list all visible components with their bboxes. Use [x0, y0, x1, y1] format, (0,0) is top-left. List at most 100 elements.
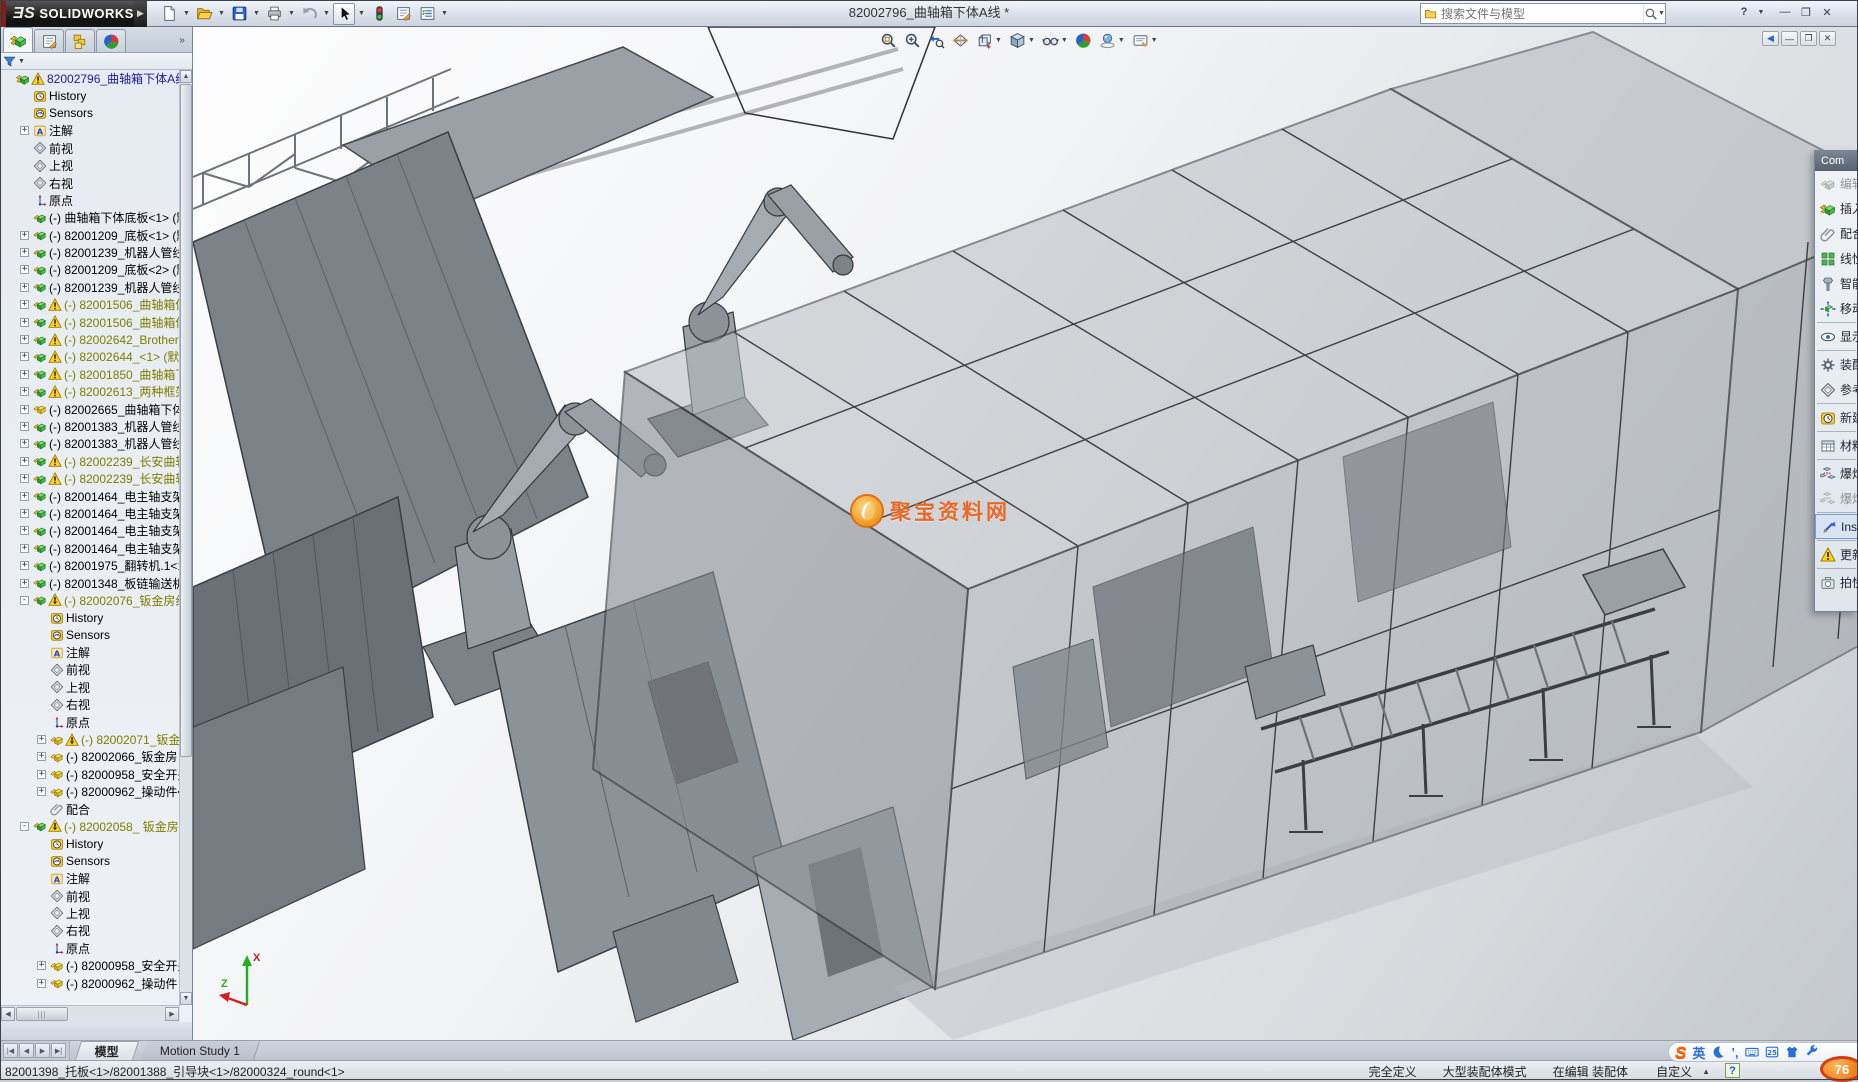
tree-item[interactable]: +(-) 82001239_机器人管线: [1, 244, 179, 261]
expand-icon[interactable]: +: [37, 752, 46, 761]
horizontal-scroll-thumb[interactable]: |||: [16, 1007, 68, 1021]
expand-icon[interactable]: +: [20, 300, 29, 309]
tree-item[interactable]: Sensors: [1, 105, 179, 122]
expand-icon[interactable]: +: [20, 492, 29, 501]
expand-icon[interactable]: +: [20, 474, 29, 483]
tab-configurationmanager[interactable]: [65, 29, 95, 52]
doc-minimize-button[interactable]: —: [1781, 31, 1798, 46]
tab-motion-study[interactable]: Motion Study 1: [141, 1041, 260, 1060]
tree-item[interactable]: +(-) 82001383_机器人管线: [1, 418, 179, 435]
flyout-item-pattern[interactable]: 线性零部件阵列: [1815, 246, 1858, 271]
expand-icon[interactable]: +: [20, 457, 29, 466]
expand-icon[interactable]: +: [37, 979, 46, 988]
expand-icon[interactable]: +: [37, 735, 46, 744]
tree-item[interactable]: +(-) 82002644_<1> (默: [1, 348, 179, 365]
ime-language-toggle[interactable]: 英: [1692, 1043, 1705, 1062]
tree-filter-bar[interactable]: ▼: [0, 53, 192, 70]
expand-icon[interactable]: +: [20, 544, 29, 553]
view-orientation-button[interactable]: ▼: [973, 29, 1005, 51]
tree-item[interactable]: 右视: [1, 174, 179, 191]
tree-item[interactable]: 原点: [1, 713, 179, 730]
doc-restore-button[interactable]: ❐: [1800, 31, 1817, 46]
new-button[interactable]: [158, 3, 180, 25]
expand-icon[interactable]: +: [20, 265, 29, 274]
tree-item[interactable]: +(-) 82002642_Brother: [1, 331, 179, 348]
expand-icon[interactable]: +: [20, 231, 29, 240]
view-orientation-caret-icon[interactable]: ▼: [995, 37, 1002, 44]
expand-icon[interactable]: +: [20, 526, 29, 535]
expand-icon[interactable]: +: [20, 318, 29, 327]
tree-item[interactable]: +(-) 82001464_电主轴支架: [1, 487, 179, 504]
tree-item[interactable]: +(-) 82002239_长安曲轴: [1, 470, 179, 487]
tree-item[interactable]: +(-) 82001850_曲轴箱下: [1, 366, 179, 383]
performance-badge[interactable]: 76: [1820, 1056, 1858, 1082]
taskpane-arrow-icon[interactable]: ◀: [1762, 31, 1779, 46]
search-box[interactable]: ▼: [1420, 3, 1666, 24]
tree-item[interactable]: History: [1, 835, 179, 852]
expand-icon[interactable]: +: [20, 248, 29, 257]
flyout-item-motion[interactable]: 新建运动算例: [1815, 405, 1858, 430]
scroll-left-icon[interactable]: ◀: [1, 1007, 15, 1021]
hide-show-items-caret-icon[interactable]: ▼: [1061, 37, 1068, 44]
hide-show-items-button[interactable]: ▼: [1039, 29, 1071, 51]
prev-tab-icon[interactable]: ◀: [19, 1043, 34, 1058]
tree-item[interactable]: +(-) 82001348_板链输送机: [1, 574, 179, 591]
expand-icon[interactable]: +: [37, 770, 46, 779]
ime-count-icon[interactable]: [1765, 1045, 1779, 1059]
tree-item[interactable]: 上视: [1, 905, 179, 922]
save-button[interactable]: [228, 3, 250, 25]
restore-button[interactable]: ❐: [1797, 3, 1815, 21]
tree-item[interactable]: Sensors: [1, 853, 179, 870]
open-button[interactable]: [193, 3, 215, 25]
tree-item[interactable]: 82002796_曲轴箱下体A线: [1, 70, 179, 87]
expand-icon[interactable]: +: [20, 422, 29, 431]
open-caret-icon[interactable]: ▼: [217, 3, 226, 25]
status-help-icon[interactable]: ?: [1725, 1063, 1740, 1078]
view-settings-button[interactable]: ▼: [1129, 29, 1161, 51]
tree-item[interactable]: +(-) 82000962_操动件: [1, 974, 179, 991]
tree-item[interactable]: +注解: [1, 122, 179, 139]
tree-item[interactable]: 原点: [1, 192, 179, 209]
tree-item[interactable]: +(-) 82000958_安全开关: [1, 957, 179, 974]
tree-item[interactable]: 注解: [1, 870, 179, 887]
zoom-area-button[interactable]: [901, 29, 924, 51]
filter-caret-icon[interactable]: ▼: [18, 58, 25, 65]
tree-item[interactable]: (-) 曲轴箱下体底板<1> (默: [1, 209, 179, 226]
close-button[interactable]: ✕: [1818, 3, 1836, 21]
tab-appearancemanager[interactable]: [96, 29, 126, 52]
tree-item[interactable]: +(-) 82001506_曲轴箱体: [1, 313, 179, 330]
flyout-item-show[interactable]: 显示隐藏的零部件: [1815, 324, 1858, 349]
selection-filter-button[interactable]: [368, 3, 390, 25]
tree-item[interactable]: -(-) 82002076_钣金房组: [1, 592, 179, 609]
next-tab-icon[interactable]: ▶: [35, 1043, 50, 1058]
tree-item[interactable]: +(-) 82002613_两种框架: [1, 383, 179, 400]
search-magnifier[interactable]: ▼: [1643, 4, 1663, 23]
undo-caret-icon[interactable]: ▼: [322, 3, 331, 25]
scroll-up-icon[interactable]: ▲: [180, 70, 192, 83]
expand-icon[interactable]: +: [20, 439, 29, 448]
vertical-scroll-thumb[interactable]: [180, 84, 192, 757]
flyout-item-update[interactable]: 更新: [1815, 542, 1858, 567]
tree-item[interactable]: +(-) 82001975_翻转机.1<1: [1, 557, 179, 574]
tree-item[interactable]: +(-) 82001239_机器人管线: [1, 279, 179, 296]
tree-item[interactable]: 上视: [1, 679, 179, 696]
expand-icon[interactable]: +: [20, 126, 29, 135]
undo-button[interactable]: [298, 3, 320, 25]
tree-item[interactable]: 前视: [1, 887, 179, 904]
tree-item[interactable]: +(-) 82001209_底板<2> (默: [1, 261, 179, 278]
flyout-item-fastener[interactable]: 智能扣件: [1815, 271, 1858, 296]
tree-item[interactable]: +(-) 82002071_钣金: [1, 731, 179, 748]
save-caret-icon[interactable]: ▼: [252, 3, 261, 25]
expand-icon[interactable]: +: [20, 509, 29, 518]
expand-icon[interactable]: +: [20, 387, 29, 396]
apply-scene-caret-icon[interactable]: ▼: [1118, 37, 1125, 44]
tree-item[interactable]: 注解: [1, 644, 179, 661]
first-tab-icon[interactable]: |◀: [3, 1043, 18, 1058]
scroll-right-icon[interactable]: ▶: [165, 1007, 179, 1021]
tree-item[interactable]: +(-) 82001506_曲轴箱体: [1, 296, 179, 313]
tab-model[interactable]: 模型: [75, 1041, 139, 1060]
expand-icon[interactable]: +: [20, 370, 29, 379]
tree-item[interactable]: +(-) 82001464_电主轴支架: [1, 505, 179, 522]
minimize-button[interactable]: —: [1776, 3, 1794, 21]
last-tab-icon[interactable]: ▶|: [51, 1043, 66, 1058]
